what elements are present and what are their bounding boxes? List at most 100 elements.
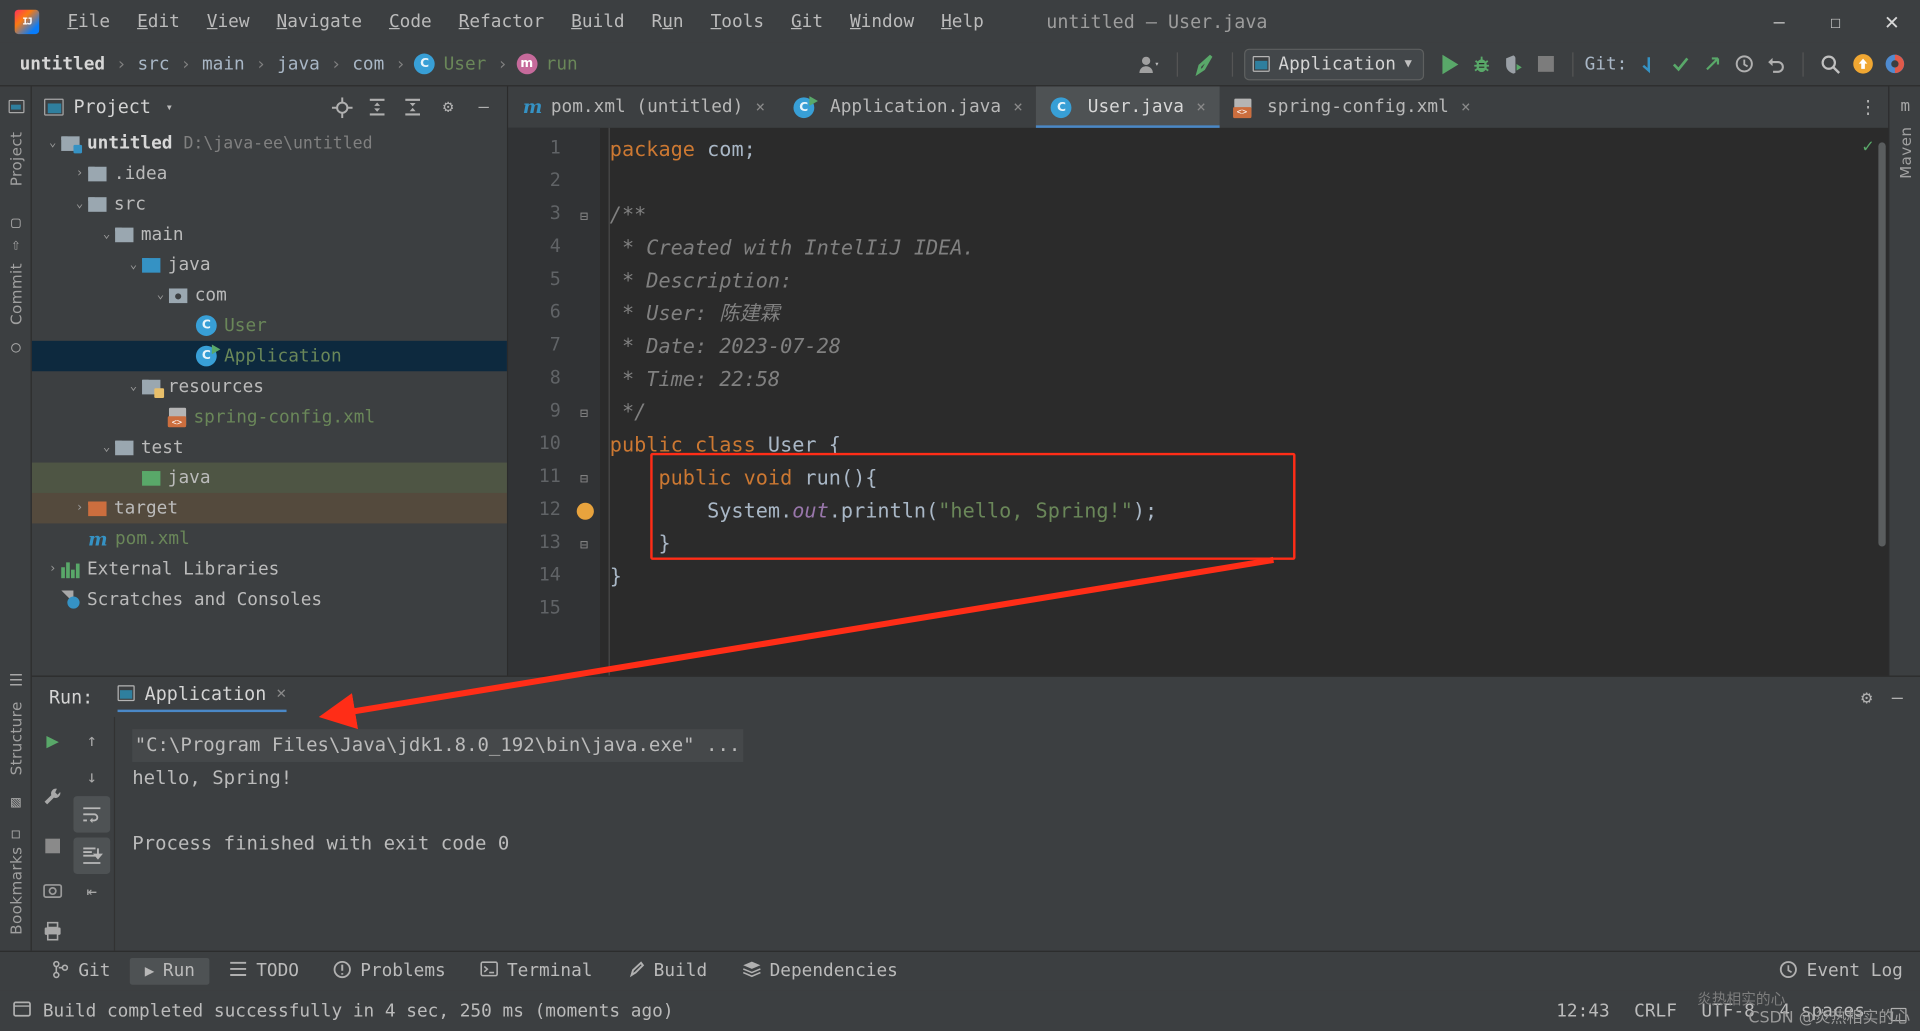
tree-expand-arrow[interactable]: › — [71, 502, 88, 515]
tree-expand-arrow[interactable]: ⌄ — [125, 380, 142, 393]
hammer-build-icon[interactable] — [1189, 48, 1221, 80]
close-icon[interactable]: ✕ — [1864, 0, 1920, 43]
sidebar-item-bookmarks[interactable]: Bookmarks — [0, 839, 32, 944]
menu-item-refactor[interactable]: Refactor — [445, 7, 557, 36]
git-push-arrow-icon[interactable] — [1696, 48, 1728, 80]
debug-bug-icon[interactable] — [1466, 48, 1498, 80]
commit-circle-icon[interactable]: ○ — [6, 337, 26, 356]
collapse-all-icon[interactable] — [402, 96, 424, 118]
chevron-down-icon[interactable]: ▾ — [166, 100, 173, 113]
editor-scrollbar[interactable] — [1878, 142, 1886, 547]
tree-item-untitled[interactable]: ⌄ untitled D:\java-ee\untitled — [32, 128, 507, 158]
up-stacktrace-icon[interactable]: ↑ — [73, 723, 110, 760]
menu-item-window[interactable]: Window — [837, 7, 928, 36]
git-commit-check-icon[interactable] — [1664, 48, 1696, 80]
run-config-tab[interactable]: Application × — [117, 682, 287, 712]
event-log-button[interactable]: Event Log — [1780, 960, 1920, 983]
git-update-icon[interactable] — [1632, 48, 1664, 80]
updates-badge-icon[interactable] — [1847, 48, 1879, 80]
breadcrumb-item-untitled[interactable]: untitled — [17, 54, 107, 73]
tree-item-src[interactable]: ⌄ src — [32, 189, 507, 219]
tree-expand-arrow[interactable]: › — [71, 167, 88, 180]
tree-expand-arrow[interactable]: ⌄ — [71, 197, 88, 210]
hide-panel-icon[interactable]: — — [473, 96, 495, 118]
line-separator-indicator[interactable]: CRLF — [1634, 1001, 1677, 1020]
sidebar-item-commit[interactable]: Commit — [0, 254, 32, 334]
scroll-to-end-icon[interactable] — [73, 837, 111, 874]
run-with-coverage-icon[interactable] — [1498, 48, 1530, 80]
editor-gutter[interactable]: 1 2 3 ⊟ 4 5 6 7 8 9 ⊟ 10 11 ⊟ 12 13 ⊟ 14 15 — [508, 127, 601, 676]
gear-icon[interactable]: ⚙ — [437, 96, 459, 118]
breadcrumb-item-com[interactable]: com — [350, 54, 387, 73]
hide-panel-icon[interactable]: — — [1892, 686, 1903, 708]
export-icon[interactable]: ⇤ — [73, 874, 110, 911]
bottom-tab-build[interactable]: Build — [612, 956, 722, 986]
code-fold-icon[interactable]: ⊟ — [576, 207, 593, 224]
tree-expand-arrow[interactable]: ⌄ — [125, 258, 142, 271]
breadcrumb-item-run[interactable]: m run — [516, 53, 580, 75]
code-content[interactable]: package com; /** * Created with IntelIiJ … — [600, 128, 1888, 676]
close-icon[interactable]: × — [1196, 98, 1206, 116]
minimize-icon[interactable]: — — [1751, 0, 1807, 43]
tree-item-pom-xml[interactable]: m pom.xml — [32, 523, 507, 553]
sidebar-item-structure[interactable]: Structure — [0, 690, 32, 787]
bottom-tab-problems[interactable]: Problems — [319, 956, 461, 986]
tree-expand-arrow[interactable]: ⌄ — [98, 228, 115, 241]
commit-tool-icon[interactable]: ⇧ — [6, 235, 26, 254]
tree-item-java[interactable]: ⌄ java — [32, 250, 507, 280]
tree-item-main[interactable]: ⌄ main — [32, 219, 507, 249]
maximize-icon[interactable]: ☐ — [1807, 0, 1863, 43]
tree-item-test[interactable]: ⌄ test — [32, 432, 507, 462]
menu-item-navigate[interactable]: Navigate — [263, 7, 375, 36]
search-icon[interactable] — [1815, 48, 1847, 80]
bottom-tab-git[interactable]: Git — [37, 956, 125, 986]
bottom-tab-dependencies[interactable]: Dependencies — [727, 957, 913, 986]
editor-tab-user-java[interactable]: C User.java × — [1036, 86, 1220, 128]
tree-item-application[interactable]: C Application — [31, 340, 507, 372]
locate-target-icon[interactable] — [331, 96, 353, 118]
bookmark-left-icon[interactable]: ▢ — [6, 213, 26, 232]
tree-expand-arrow[interactable]: ⌄ — [44, 136, 61, 149]
settings-icon[interactable] — [1878, 48, 1910, 80]
menu-item-run[interactable]: Run — [638, 7, 697, 36]
undo-icon[interactable] — [1760, 48, 1792, 80]
run-configuration-selector[interactable]: Application ▼ — [1244, 48, 1425, 80]
maven-tool-icon[interactable]: m — [1896, 96, 1916, 115]
tree-expand-arrow[interactable]: › — [44, 562, 61, 575]
menu-item-file[interactable]: File — [54, 7, 124, 36]
intention-bulb-icon[interactable] — [576, 502, 594, 520]
close-icon[interactable]: × — [1013, 98, 1023, 116]
run-console-output[interactable]: "C:\Program Files\Java\jdk1.8.0_192\bin\… — [115, 717, 1920, 951]
bottom-tab-run[interactable]: ▶ Run — [130, 957, 210, 985]
menu-item-view[interactable]: View — [193, 7, 263, 36]
soft-wrap-icon[interactable] — [73, 796, 111, 833]
menu-item-code[interactable]: Code — [375, 7, 445, 36]
breadcrumb-item-user[interactable]: C User — [414, 53, 489, 75]
close-icon[interactable]: × — [756, 98, 766, 116]
stop-icon[interactable] — [34, 828, 71, 865]
breadcrumb-item-src[interactable]: src — [135, 54, 172, 73]
bottom-tab-todo[interactable]: TODO — [215, 957, 314, 986]
breadcrumb-item-java[interactable]: java — [275, 54, 323, 73]
code-fold-icon[interactable]: ⊟ — [576, 536, 593, 553]
rerun-run-icon[interactable]: ▶ — [34, 723, 71, 760]
tree-item-external-libraries[interactable]: › External Libraries — [32, 554, 507, 584]
camera-icon[interactable] — [34, 872, 71, 909]
code-fold-icon[interactable]: ⊟ — [576, 404, 593, 421]
menu-item-help[interactable]: Help — [928, 7, 998, 36]
history-clock-icon[interactable] — [1728, 48, 1760, 80]
sidebar-item-maven[interactable]: Maven — [1889, 116, 1920, 191]
project-tree[interactable]: ⌄ untitled D:\java-ee\untitled › .idea ⌄ src ⌄ m… — [31, 128, 507, 676]
bottom-tab-terminal[interactable]: Terminal — [465, 957, 607, 986]
run-icon[interactable] — [1434, 48, 1466, 80]
tree-item--idea[interactable]: › .idea — [32, 158, 507, 188]
sidebar-item-project[interactable]: Project — [0, 118, 32, 201]
tree-item-resources[interactable]: ⌄ resources — [32, 371, 507, 401]
user-avatar-icon[interactable] — [1134, 48, 1166, 80]
editor-tab-application-java[interactable]: C Application.java × — [779, 86, 1037, 127]
menu-item-edit[interactable]: Edit — [124, 7, 194, 36]
tree-item-user[interactable]: C User — [32, 310, 507, 340]
down-stacktrace-icon[interactable]: ↓ — [73, 760, 110, 797]
menu-item-git[interactable]: Git — [777, 7, 836, 36]
inspection-status-ok[interactable]: ✓ — [1862, 135, 1873, 157]
